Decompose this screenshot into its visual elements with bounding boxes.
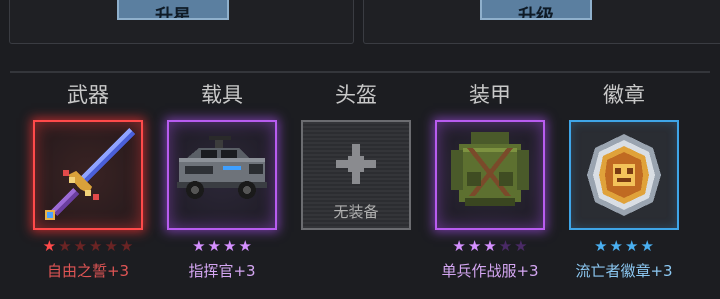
star-filled-icon: ★	[192, 237, 206, 255]
armor-vest-icon	[451, 132, 529, 206]
item-frame[interactable]: 无装备	[301, 120, 411, 230]
star-empty-icon: ★	[104, 237, 118, 255]
item-frame[interactable]	[435, 120, 545, 230]
item-frame[interactable]	[33, 120, 143, 230]
armored-car-icon	[177, 136, 267, 199]
star-filled-icon: ★	[609, 237, 623, 255]
star-filled-icon: ★	[483, 237, 497, 255]
item-frame[interactable]	[569, 120, 679, 230]
equip-slot-armor[interactable]: 装甲 ★ ★ ★ ★ ★ 单兵作战服+3	[430, 78, 550, 280]
equip-slot-vehicle[interactable]: 载具 ★ ★ ★ ★ 指挥官+3	[162, 78, 282, 280]
star-filled-icon: ★	[223, 237, 237, 255]
level-up-panel: 升级	[363, 0, 720, 44]
equip-slot-badge[interactable]: 徽章 ★ ★ ★ ★ 流亡者徽章+3	[564, 78, 684, 280]
slot-title: 徽章	[603, 83, 645, 107]
upgrade-star-button[interactable]: 升星	[117, 0, 229, 20]
sword-icon	[45, 128, 135, 220]
star-rating: ★ ★ ★ ★ ★	[430, 238, 550, 254]
star-filled-icon: ★	[625, 237, 639, 255]
item-name: 指挥官+3	[188, 262, 256, 280]
star-empty-icon: ★	[58, 237, 72, 255]
badge-icon	[587, 134, 661, 216]
star-filled-icon: ★	[640, 237, 654, 255]
slot-title: 载具	[201, 83, 243, 107]
item-name: 自由之誓+3	[46, 262, 130, 280]
section-divider	[10, 71, 710, 73]
star-filled-icon: ★	[452, 237, 466, 255]
item-name: 流亡者徽章+3	[575, 262, 673, 280]
equipment-screen: 升星 升级 武器 ★ ★ ★ ★ ★ ★ 自由之誓+3 载具 ★ ★ ★ ★ 指…	[0, 0, 720, 299]
star-filled-icon: ★	[594, 237, 608, 255]
slot-title: 装甲	[469, 83, 511, 107]
star-filled-icon: ★	[238, 237, 252, 255]
equip-slot-helmet[interactable]: 头盔 无装备	[296, 78, 416, 230]
star-empty-icon: ★	[89, 237, 103, 255]
level-up-button[interactable]: 升级	[480, 0, 592, 20]
star-empty-icon: ★	[119, 237, 134, 255]
star-empty-icon: ★	[514, 237, 528, 255]
star-rating: ★ ★ ★ ★ ★ ★	[28, 238, 148, 254]
star-rating: ★ ★ ★ ★	[564, 238, 684, 254]
equip-slot-weapon[interactable]: 武器 ★ ★ ★ ★ ★ ★ 自由之誓+3	[28, 78, 148, 280]
star-rating: ★ ★ ★ ★	[162, 238, 282, 254]
upgrade-star-panel: 升星	[9, 0, 354, 44]
item-frame[interactable]	[167, 120, 277, 230]
slot-title: 头盔	[335, 83, 377, 107]
star-empty-icon: ★	[73, 237, 87, 255]
item-name: 单兵作战服+3	[441, 262, 539, 280]
star-filled-icon: ★	[42, 237, 57, 255]
slot-title: 武器	[67, 83, 109, 107]
empty-slot-label: 无装备	[333, 203, 379, 221]
star-filled-icon: ★	[207, 237, 221, 255]
star-empty-icon: ★	[498, 237, 513, 255]
star-filled-icon: ★	[467, 237, 482, 255]
